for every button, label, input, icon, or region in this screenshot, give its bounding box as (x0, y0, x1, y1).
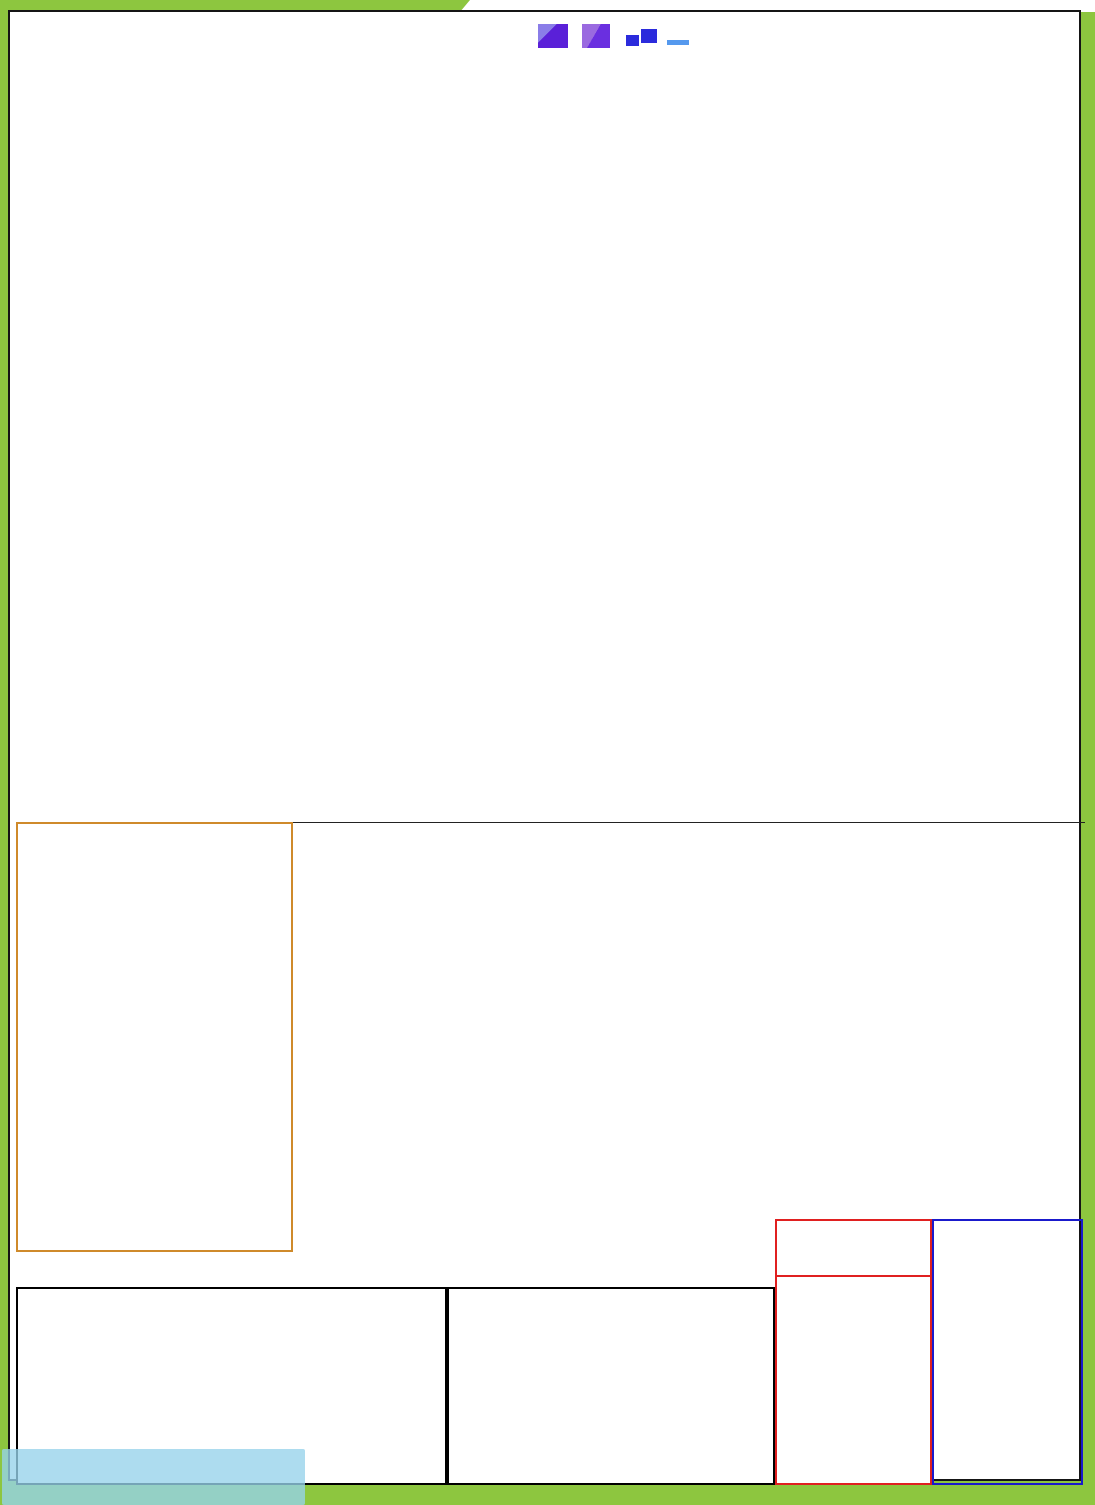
empty-blue-grid (932, 1219, 1083, 1485)
logo-block-icon (641, 29, 657, 43)
brand-logo-pixelated (538, 24, 689, 54)
zodiac-codes-table-right (447, 1287, 775, 1485)
logo-block-icon (538, 24, 568, 48)
page: { "title": "2026", "palette": {"blue":"#… (0, 0, 1095, 1505)
zodiac-stats-table (16, 822, 293, 1252)
title-row (10, 12, 1079, 57)
watermark-246gd (2, 1449, 305, 1505)
extreme-box-title (777, 1221, 930, 1277)
main-sheet (2, 10, 1085, 1505)
draw-record-tables (14, 59, 1080, 816)
unreleased-zodiac-limit-box (775, 1219, 932, 1485)
logo-block-icon (626, 34, 639, 46)
logo-block-icon (667, 39, 689, 45)
logo-block-icon (582, 24, 610, 48)
frequency-panel (293, 822, 1085, 1226)
note-row (30, 1257, 775, 1287)
